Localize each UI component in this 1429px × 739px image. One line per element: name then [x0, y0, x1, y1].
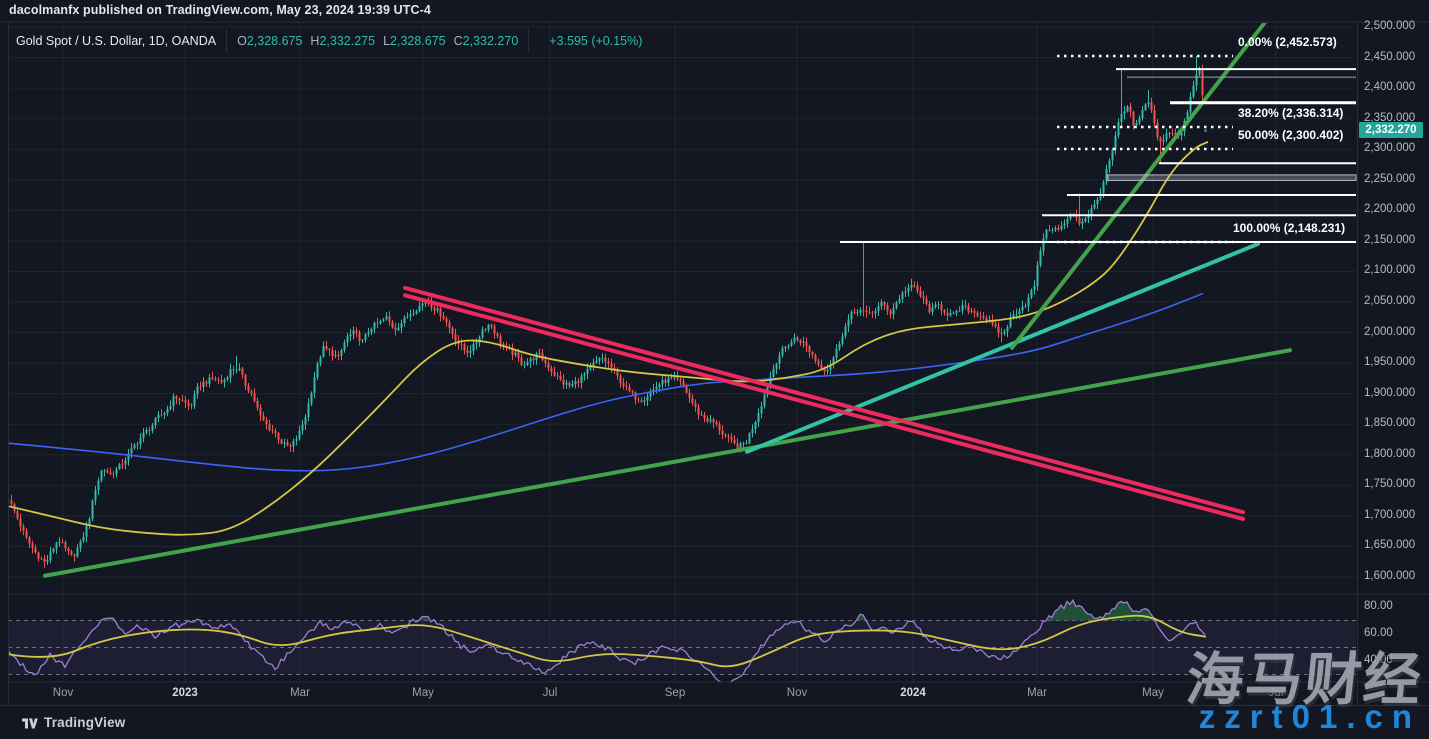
trendline-resistance-pink-upper[interactable]: [405, 288, 1243, 512]
change-value: +3.595 (+0.15%): [549, 34, 642, 48]
time-axis-label[interactable]: May: [412, 687, 434, 699]
low-label: L: [383, 34, 390, 48]
publisher-note: dacolmanfx published on TradingView.com,…: [9, 3, 431, 17]
price-axis-label[interactable]: 1,800.000: [1364, 448, 1415, 460]
time-axis-label[interactable]: Jul: [543, 687, 558, 699]
time-axis-label[interactable]: 2023: [172, 687, 198, 699]
open-label: O: [237, 34, 247, 48]
price-axis-label[interactable]: 1,750.000: [1364, 478, 1415, 490]
tradingview-logo-icon: [21, 715, 38, 730]
price-axis-label[interactable]: 1,850.000: [1364, 417, 1415, 429]
levels-layer[interactable]: [840, 69, 1356, 242]
fib-level-label: 50.00% (2,300.402): [1238, 128, 1343, 142]
price-axis-label[interactable]: 2,200.000: [1364, 203, 1415, 215]
price-axis-label[interactable]: 2,050.000: [1364, 295, 1415, 307]
price-axis-label[interactable]: 2,150.000: [1364, 234, 1415, 246]
time-axis-label[interactable]: Sep: [665, 687, 685, 699]
high-value: 2,332.275: [319, 34, 375, 48]
price-axis-label[interactable]: 1,700.000: [1364, 509, 1415, 521]
fib-level-label: 0.00% (2,452.573): [1238, 35, 1337, 49]
tradingview-logo[interactable]: TradingView: [21, 715, 125, 730]
supply-zone-band[interactable]: [1108, 175, 1356, 180]
price-axis-label[interactable]: 1,600.000: [1364, 570, 1415, 582]
fib-level-label: 100.00% (2,148.231): [1233, 221, 1345, 235]
price-axis-label[interactable]: 2,100.000: [1364, 264, 1415, 276]
price-axis-label[interactable]: 2,250.000: [1364, 173, 1415, 185]
price-axis-label[interactable]: 1,650.000: [1364, 539, 1415, 551]
legend-divider: [528, 29, 529, 53]
price-axis-label[interactable]: 2,000.000: [1364, 326, 1415, 338]
high-label: H: [310, 34, 319, 48]
legend-divider: [226, 29, 227, 53]
tradingview-logo-text: TradingView: [44, 715, 125, 730]
rsi-axis-label[interactable]: 80.00: [1364, 600, 1393, 612]
low-value: 2,328.675: [390, 34, 446, 48]
open-value: 2,328.675: [247, 34, 303, 48]
rsi-layer: [8, 600, 1356, 685]
symbol-legend[interactable]: Gold Spot / U.S. Dollar, 1D, OANDA O2,32…: [16, 30, 642, 52]
last-price-badge: 2,332.270: [1359, 122, 1423, 138]
price-axis-label[interactable]: 2,500.000: [1364, 20, 1415, 32]
trendline-channel-teal[interactable]: [747, 244, 1258, 452]
price-axis-label[interactable]: 1,900.000: [1364, 387, 1415, 399]
time-axis-label[interactable]: 2024: [900, 687, 926, 699]
watermark-url: zzrt01.cn: [1199, 698, 1421, 736]
close-label: C: [454, 34, 463, 48]
trendlines-layer[interactable]: [45, 7, 1290, 576]
candles-layer: [8, 56, 1207, 568]
time-axis-label[interactable]: Mar: [290, 687, 310, 699]
close-value: 2,332.270: [463, 34, 519, 48]
time-axis-label[interactable]: Nov: [787, 687, 807, 699]
chart-canvas[interactable]: [0, 0, 1429, 739]
ma-slow-line: [8, 293, 1203, 470]
trendline-support-green-long[interactable]: [45, 350, 1290, 575]
price-axis-label[interactable]: 2,300.000: [1364, 142, 1415, 154]
tradingview-published-chart: dacolmanfx published on TradingView.com,…: [0, 0, 1429, 739]
fib-level-label: 38.20% (2,336.314): [1238, 106, 1343, 120]
price-axis-label[interactable]: 2,400.000: [1364, 81, 1415, 93]
time-axis-label[interactable]: May: [1142, 687, 1164, 699]
time-axis-label[interactable]: Mar: [1027, 687, 1047, 699]
symbol-title[interactable]: Gold Spot / U.S. Dollar, 1D, OANDA: [16, 34, 216, 48]
price-axis-label[interactable]: 2,450.000: [1364, 51, 1415, 63]
price-axis-label[interactable]: 1,950.000: [1364, 356, 1415, 368]
time-axis-label[interactable]: Nov: [53, 687, 73, 699]
